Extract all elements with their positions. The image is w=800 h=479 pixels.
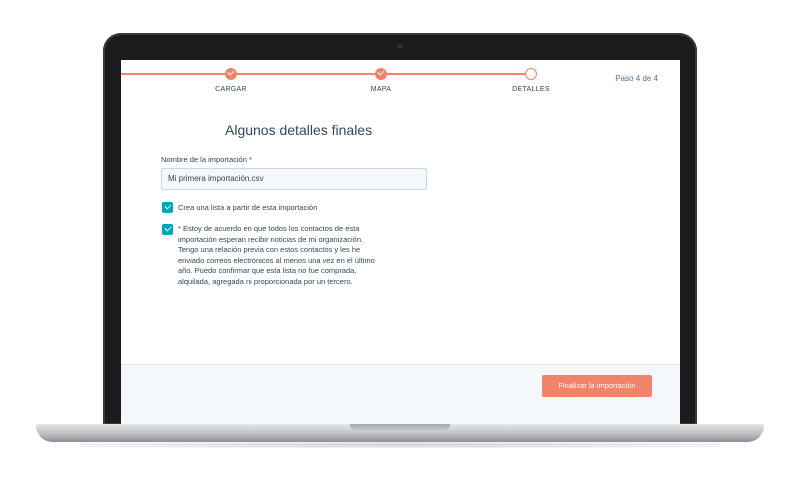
step-mapa-check-icon xyxy=(375,68,387,80)
step-label-detalles: DETALLES xyxy=(512,86,550,93)
laptop-base-notch xyxy=(350,424,450,432)
page-title: Algunos detalles finales xyxy=(225,122,373,138)
step-label-cargar: CARGAR xyxy=(215,86,247,93)
camera-icon xyxy=(397,43,403,49)
consent-line: * Estoy de acuerdo en que todos los cont… xyxy=(178,224,360,233)
consent-checkbox[interactable] xyxy=(162,224,173,235)
consent-line: Tengo una relación previa con estos cont… xyxy=(178,245,361,255)
screen: CARGAR MAPA DETALLES Paso 4 de 4 Algunos… xyxy=(121,60,680,428)
create-list-label: Crea una lista a partir de esta importac… xyxy=(178,203,318,212)
checkmark-icon xyxy=(163,202,172,210)
step-cargar-check-icon xyxy=(225,68,237,80)
consent-line: importación esperan recibir noticias de … xyxy=(178,234,364,244)
import-name-label: Nombre de la importación * xyxy=(161,155,252,164)
footer-bar: Finalizar la importación xyxy=(121,364,680,428)
step-counter: Paso 4 de 4 xyxy=(615,74,658,83)
import-name-input[interactable]: Mi primera importación.csv xyxy=(161,168,427,190)
consent-text: * Estoy de acuerdo en que todos los cont… xyxy=(178,224,375,288)
laptop-lid: CARGAR MAPA DETALLES Paso 4 de 4 Algunos… xyxy=(103,33,697,428)
laptop-shadow xyxy=(80,442,720,448)
stepper-progress-line xyxy=(121,73,531,75)
consent-line: año. Puedo confirmar que esta lista no f… xyxy=(178,266,357,276)
checkmark-icon xyxy=(163,224,172,232)
step-detalles-circle-icon xyxy=(525,68,537,80)
create-list-checkbox[interactable] xyxy=(162,202,173,213)
consent-line: enviado correos electrónicos al menos un… xyxy=(178,255,375,265)
step-label-mapa: MAPA xyxy=(370,86,392,93)
consent-line: alquilada, agregada ni proporcionada por… xyxy=(178,276,353,286)
finish-import-button[interactable]: Finalizar la importación xyxy=(542,375,652,397)
